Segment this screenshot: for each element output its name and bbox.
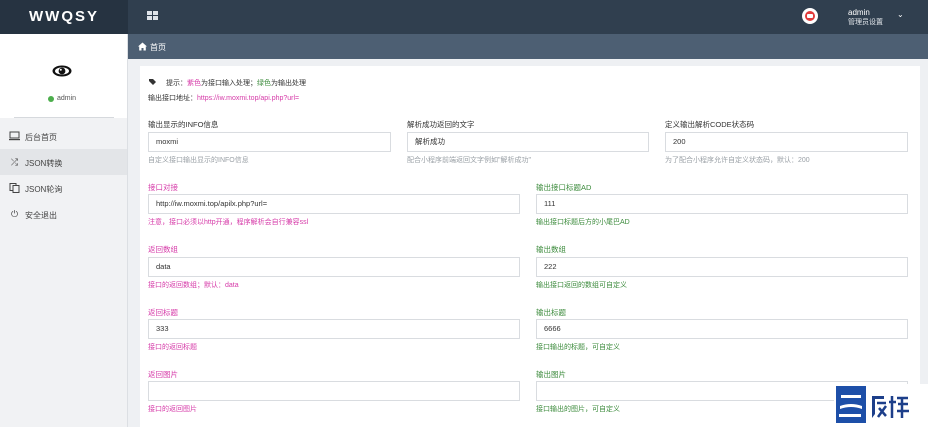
sidebar-item-json-convert[interactable]: ⤮ JSON转换: [0, 149, 127, 175]
sidebar-nav: 后台首页 ⤮ JSON转换 JSON轮询 ⏻ 安全退出: [0, 123, 127, 227]
out-array-hint: 输出接口返回的数组可自定义: [536, 282, 627, 289]
ret-image-label: 返回图片: [148, 370, 178, 379]
ret-title-label: 返回标题: [148, 308, 178, 317]
sidebar-profile: admin: [0, 34, 127, 118]
top-navbar: WWQSY admin 管理员设置 ⌄: [0, 0, 928, 34]
copy-icon: [9, 183, 20, 193]
out-array-label: 输出数组: [536, 245, 566, 254]
code-label: 定义输出解析CODE状态码: [665, 120, 755, 129]
tip-green: 绿色: [257, 80, 271, 87]
app-logo[interactable]: WWQSY: [0, 0, 128, 34]
user-name[interactable]: admin: [848, 8, 870, 17]
api-in-input[interactable]: http://iw.moxmi.top/apilx.php?url=: [148, 194, 520, 214]
code-hint: 为了配合小程序允许自定义状态码，默认：200: [665, 157, 810, 164]
monitor-icon: [9, 131, 20, 141]
tag-icon: [149, 79, 156, 85]
ret-title-input[interactable]: 333: [148, 319, 520, 339]
settings-card: 提示：紫色为接口输入处理；绿色为输出处理 输出接口地址：https://iw.m…: [140, 66, 920, 427]
success-text-label: 解析成功返回的文字: [407, 120, 475, 129]
ad-input[interactable]: 111: [536, 194, 908, 214]
shuffle-icon: ⤮: [10, 157, 19, 167]
ret-array-input[interactable]: data: [148, 257, 520, 277]
ret-array-label: 返回数组: [148, 245, 178, 254]
info-hint: 自定义接口输出显示的INFO信息: [148, 157, 249, 164]
chevron-down-icon[interactable]: ⌄: [897, 10, 904, 19]
sidebar-item-json-poll[interactable]: JSON轮询: [0, 175, 127, 201]
success-text-input[interactable]: 解析成功: [407, 132, 649, 152]
out-array-input[interactable]: 222: [536, 257, 908, 277]
main-content: 提示：紫色为接口输入处理；绿色为输出处理 输出接口地址：https://iw.m…: [128, 59, 928, 427]
out-title-input[interactable]: 6666: [536, 319, 908, 339]
tip-end: 为输出处理: [271, 80, 306, 87]
divider: [14, 117, 114, 118]
ad-label: 输出接口标题AD: [536, 183, 592, 192]
eye-icon: [52, 65, 72, 77]
ret-image-input[interactable]: [148, 381, 520, 401]
info-label: 输出显示的INFO信息: [148, 120, 219, 129]
watermark-logo: [834, 384, 928, 427]
info-input[interactable]: moxmi: [148, 132, 391, 152]
code-input[interactable]: 200: [665, 132, 908, 152]
out-image-label: 输出图片: [536, 370, 566, 379]
power-icon: ⏻: [10, 209, 19, 219]
ret-image-hint: 接口的返回图片: [148, 406, 197, 413]
breadcrumb: 首页: [128, 34, 928, 59]
ret-array-hint: 接口的返回数组；默认：data: [148, 282, 239, 289]
sidebar-item-dashboard[interactable]: 后台首页: [0, 123, 127, 149]
api-address: 输出接口地址：https://iw.moxmi.top/api.php?url=: [148, 93, 299, 103]
ret-title-hint: 接口的返回标题: [148, 344, 197, 351]
user-role[interactable]: 管理员设置: [848, 17, 883, 27]
tip-text: 提示：紫色为接口输入处理；绿色为输出处理: [166, 78, 306, 88]
sidebar-item-label: JSON转换: [25, 159, 63, 168]
grid-menu-icon[interactable]: [147, 11, 158, 21]
api-address-url[interactable]: https://iw.moxmi.top/api.php?url=: [197, 95, 299, 102]
profile-name: admin: [57, 95, 77, 102]
sidebar-item-label: 后台首页: [25, 133, 57, 142]
sidebar-item-label: 安全退出: [25, 211, 57, 220]
breadcrumb-home[interactable]: 首页: [150, 42, 166, 53]
api-in-label: 接口对接: [148, 183, 178, 192]
out-image-hint: 接口输出的图片，可自定义: [536, 406, 620, 413]
sidebar: admin 后台首页 ⤮ JSON转换 JSON轮询 ⏻ 安全退出: [0, 34, 128, 427]
online-status-dot: [48, 96, 54, 102]
sidebar-item-logout[interactable]: ⏻ 安全退出: [0, 201, 127, 227]
sidebar-item-label: JSON轮询: [25, 185, 63, 194]
home-icon: [138, 42, 147, 51]
api-address-label: 输出接口地址：: [148, 95, 197, 102]
tip-prefix: 提示：: [166, 80, 187, 87]
out-title-label: 输出标题: [536, 308, 566, 317]
ad-hint: 输出接口标题后方的小尾巴AD: [536, 219, 630, 226]
mail-icon[interactable]: [802, 8, 818, 24]
api-in-hint: 注意，接口必须以http开通，程序解析会自行兼容ssl: [148, 219, 309, 226]
out-title-hint: 接口输出的标题，可自定义: [536, 344, 620, 351]
success-text-hint: 配合小程序前端返回文字例如"解析成功": [407, 157, 531, 164]
tip-purple: 紫色: [187, 80, 201, 87]
tip-mid: 为接口输入处理；: [201, 80, 257, 87]
